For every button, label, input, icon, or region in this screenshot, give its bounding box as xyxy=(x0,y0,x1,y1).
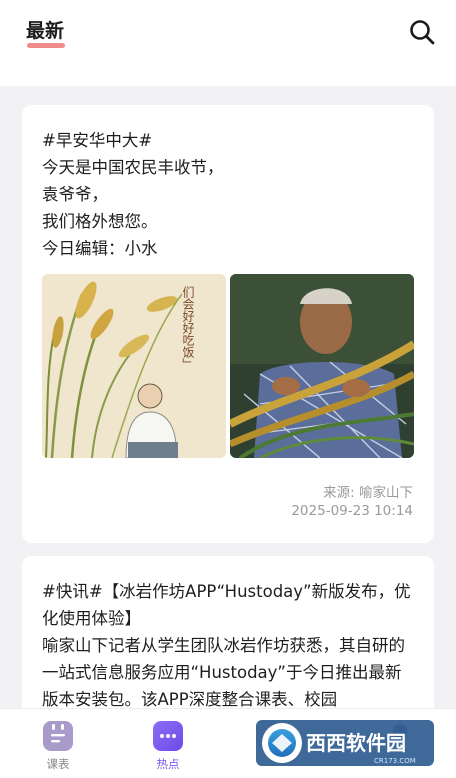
calendar-icon xyxy=(43,721,73,751)
post-hashtag[interactable]: #早安华中大# xyxy=(42,127,416,154)
tab-hot-label: 热点 xyxy=(156,757,180,771)
post-body: #快讯#【冰岩作坊APP“Hustoday”新版发布，优化使用体验】 喻家山下记… xyxy=(42,578,416,708)
watermark-logo: 西西软件园 CR173.COM xyxy=(256,716,434,770)
chat-bubble-icon xyxy=(153,721,183,751)
tab-latest[interactable]: 最新 xyxy=(26,16,64,43)
post-source: 来源: 喻家山下 xyxy=(323,485,413,501)
tab-schedule[interactable]: 课表 xyxy=(23,709,93,778)
tab-schedule-label: 课表 xyxy=(46,757,70,771)
post-body: #早安华中大# 今天是中国农民丰收节， 袁爷爷， 我们格外想您。 今日编辑：小水 xyxy=(42,127,416,262)
post-card[interactable]: #早安华中大# 今天是中国农民丰收节， 袁爷爷， 我们格外想您。 今日编辑：小水 xyxy=(22,105,434,543)
tab-active-indicator xyxy=(27,43,65,48)
post-card[interactable]: #快讯#【冰岩作坊APP“Hustoday”新版发布，优化使用体验】 喻家山下记… xyxy=(22,556,434,708)
post-timestamp: 2025-09-23 10:14 xyxy=(291,503,413,519)
top-header: 最新 xyxy=(0,0,456,86)
post-editor: 今日编辑：小水 xyxy=(42,239,158,258)
post-image-photo[interactable] xyxy=(230,274,414,458)
post-line: 喻家山下记者从学生团队冰岩作坊获悉，其自研的一站式信息服务应用“Hustoday… xyxy=(42,636,405,708)
post-headline[interactable]: #快讯#【冰岩作坊APP“Hustoday”新版发布，优化使用体验】 xyxy=(42,578,416,632)
post-line: 我们格外想您。 xyxy=(42,212,158,231)
watermark-text: 西西软件园 xyxy=(306,731,406,755)
news-feed[interactable]: #早安华中大# 今天是中国农民丰收节， 袁爷爷， 我们格外想您。 今日编辑：小水 xyxy=(0,86,456,708)
post-image-illustration[interactable]: 们会好好吃饭」 xyxy=(42,274,226,458)
watermark-sub: CR173.COM xyxy=(374,757,416,765)
search-icon xyxy=(410,20,435,45)
tab-hot[interactable]: 热点 xyxy=(133,709,203,778)
illustration-caption: 们会好好吃饭」 xyxy=(181,285,195,370)
post-line: 袁爷爷， xyxy=(42,185,108,204)
post-line: 今天是中国农民丰收节， xyxy=(42,158,224,177)
search-button[interactable] xyxy=(406,16,438,48)
